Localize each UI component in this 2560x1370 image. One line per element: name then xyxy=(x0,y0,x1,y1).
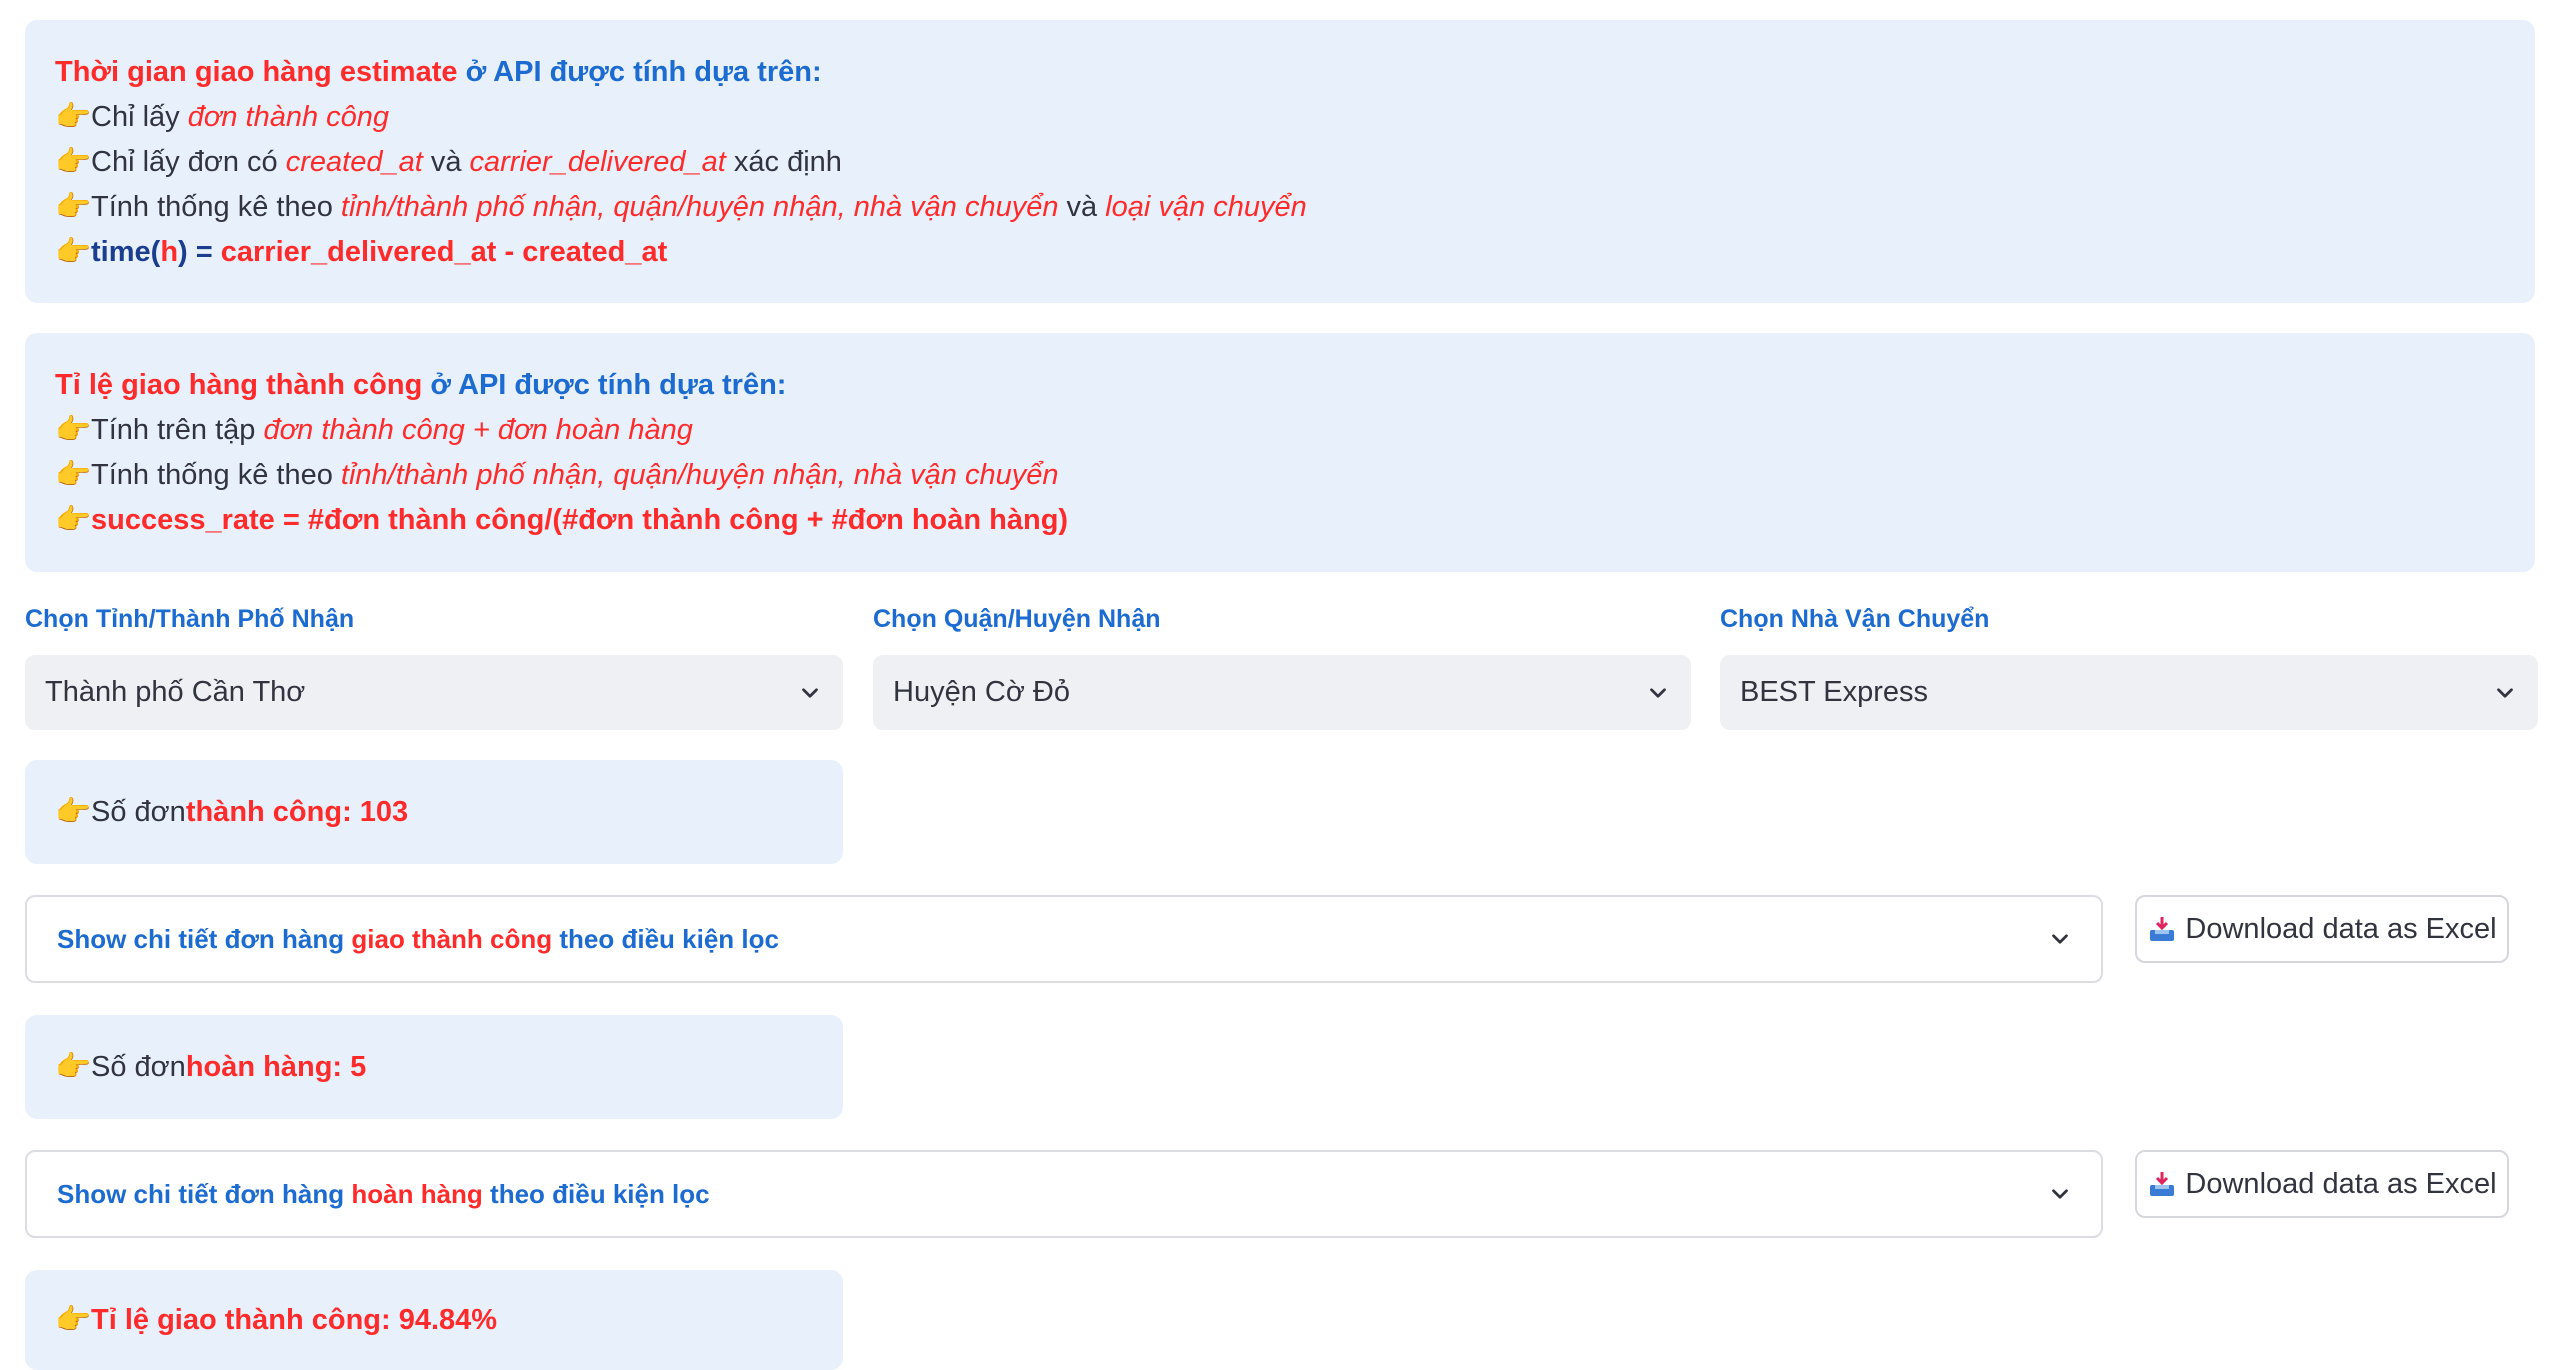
chevron-down-icon xyxy=(1650,687,1666,698)
success-orders-expander[interactable]: Show chi tiết đơn hàng giao thành công t… xyxy=(25,895,2103,983)
info-line: 👉Chỉ lấy đơn thành công xyxy=(55,95,2535,140)
success-rate-metric: 👉 Tỉ lệ giao thành công: 94.84% xyxy=(25,1270,843,1370)
chevron-down-icon xyxy=(802,687,818,698)
pointing-hand-icon: 👉 xyxy=(55,796,92,828)
info-line: 👉Tính thống kê theo tỉnh/thành phố nhận,… xyxy=(55,185,2535,230)
success-rate-info-box: Tỉ lệ giao hàng thành công ở API được tí… xyxy=(25,333,2535,572)
district-select-label: Chọn Quận/Huyện Nhận xyxy=(873,605,1161,633)
info-line: 👉Tính thống kê theo tỉnh/thành phố nhận,… xyxy=(55,453,2535,498)
pointing-hand-icon: 👉 xyxy=(55,1051,92,1083)
province-select-label: Chọn Tỉnh/Thành Phố Nhận xyxy=(25,605,355,633)
delivery-time-heading: Thời gian giao hàng estimate ở API được … xyxy=(55,56,822,88)
download-button-label: Download data as Excel xyxy=(2185,1167,2497,1200)
carrier-select-label: Chọn Nhà Vận Chuyển xyxy=(1720,605,1990,633)
pointing-hand-icon: 👉 xyxy=(55,414,92,446)
district-select-value: Huyện Cờ Đỏ xyxy=(893,676,1070,708)
return-count-metric: 👉 Số đơn hoàn hàng: 5 xyxy=(25,1015,843,1119)
info-line-formula: 👉time(h) = carrier_delivered_at - create… xyxy=(55,230,2535,275)
province-select[interactable]: Thành phố Cần Thơ xyxy=(25,655,843,730)
delivery-time-info-box: Thời gian giao hàng estimate ở API được … xyxy=(25,20,2535,303)
success-rate-heading: Tỉ lệ giao hàng thành công ở API được tí… xyxy=(55,369,787,401)
download-success-excel-button[interactable]: Download data as Excel xyxy=(2135,895,2509,963)
chevron-down-icon xyxy=(2497,687,2513,698)
success-count-metric: 👉 Số đơn thành công: 103 xyxy=(25,760,843,864)
pointing-hand-icon: 👉 xyxy=(55,101,92,133)
carrier-select-value: BEST Express xyxy=(1740,676,1929,708)
download-button-label: Download data as Excel xyxy=(2185,912,2497,945)
district-select[interactable]: Huyện Cờ Đỏ xyxy=(873,655,1691,730)
expander-label: Show chi tiết đơn hàng giao thành công t… xyxy=(57,923,779,954)
chevron-down-icon xyxy=(2052,1189,2068,1199)
pointing-hand-icon: 👉 xyxy=(55,236,92,268)
info-line: 👉Tính trên tập đơn thành công + đơn hoàn… xyxy=(55,408,2535,453)
chevron-down-icon xyxy=(2052,934,2068,944)
pointing-hand-icon: 👉 xyxy=(55,146,92,178)
pointing-hand-icon: 👉 xyxy=(55,1304,92,1336)
inbox-tray-icon xyxy=(2150,917,2175,941)
inbox-tray-icon xyxy=(2150,1172,2175,1196)
pointing-hand-icon: 👉 xyxy=(55,504,92,536)
pointing-hand-icon: 👉 xyxy=(55,459,92,491)
province-select-value: Thành phố Cần Thơ xyxy=(45,676,306,708)
pointing-hand-icon: 👉 xyxy=(55,191,92,223)
carrier-select[interactable]: BEST Express xyxy=(1720,655,2538,730)
download-return-excel-button[interactable]: Download data as Excel xyxy=(2135,1150,2509,1218)
info-line-formula: 👉success_rate = #đơn thành công/(#đơn th… xyxy=(55,498,2535,543)
expander-label: Show chi tiết đơn hàng hoàn hàng theo đi… xyxy=(57,1178,710,1209)
info-line: 👉Chỉ lấy đơn có created_at và carrier_de… xyxy=(55,140,2535,185)
return-orders-expander[interactable]: Show chi tiết đơn hàng hoàn hàng theo đi… xyxy=(25,1150,2103,1238)
